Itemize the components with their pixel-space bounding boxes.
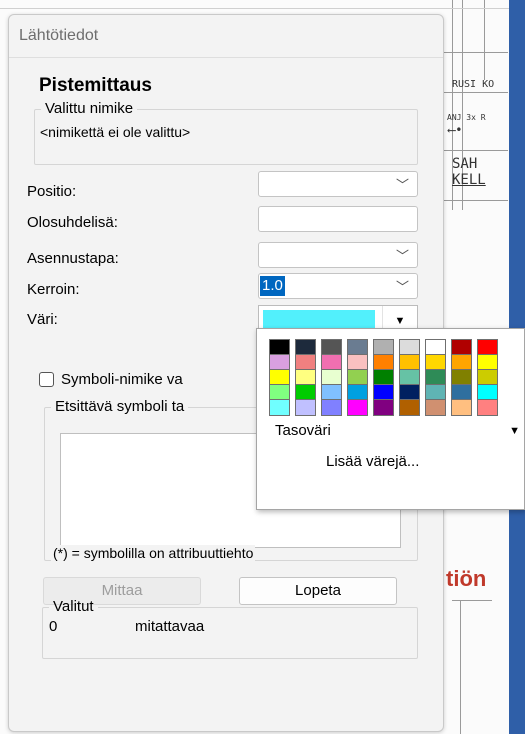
positio-label: Positio: (27, 183, 77, 200)
selected-item-legend: Valittu nimike (45, 100, 134, 117)
color-swatch[interactable] (269, 399, 290, 416)
cad-line (0, 8, 509, 9)
cad-label: SAH (452, 156, 478, 172)
cad-line (442, 200, 508, 201)
color-swatch[interactable] (425, 399, 446, 416)
vari-label: Väri: (27, 311, 58, 328)
olosuhdelisa-field[interactable] (258, 206, 418, 232)
cad-label: RUSI KO (452, 79, 495, 90)
color-palette-popup: Tasoväri ▼ Lisää värejä... (256, 328, 525, 510)
olosuhdelisa-label: Olosuhdelisä: (27, 214, 118, 231)
selected-unit: mitattavaa (135, 618, 205, 635)
dropdown-arrow-icon: ▼ (509, 425, 520, 437)
selected-group: Valitut (42, 599, 418, 659)
color-swatch[interactable] (321, 399, 342, 416)
symbol-footnote: (*) = symbolilla on attribuuttiehto (51, 545, 256, 561)
color-swatch[interactable] (477, 399, 498, 416)
chevron-down-icon: ﹀ (395, 248, 409, 264)
asennustapa-combobox[interactable]: ﹀ (258, 242, 418, 268)
kerroin-combobox[interactable]: 1.0 ﹀ (258, 273, 418, 299)
color-swatch[interactable] (399, 399, 420, 416)
symbol-nimike-checkbox[interactable] (39, 372, 54, 387)
asennustapa-label: Asennustapa: (27, 250, 119, 267)
title-divider (9, 57, 443, 58)
cad-arrow-icon: ⟵• (448, 123, 463, 137)
cad-line (460, 600, 461, 734)
layer-color-combobox[interactable]: Tasoväri ▼ (269, 419, 524, 445)
selected-item-value: <nimikettä ei ole valittu> (40, 124, 191, 140)
selected-legend: Valitut (53, 598, 94, 615)
cad-line (442, 92, 508, 93)
cad-line (442, 150, 508, 151)
cad-line (452, 600, 492, 601)
selected-count: 0 (49, 618, 58, 635)
symbol-search-legend: Etsittävä symboli ta (55, 398, 185, 415)
cad-line (442, 52, 508, 53)
color-swatch[interactable] (295, 399, 316, 416)
panel-title: Lähtötiedot (19, 27, 99, 44)
cad-label: tiön (446, 566, 487, 591)
symbol-nimike-label: Symboli-nimike va (61, 371, 183, 388)
color-swatch[interactable] (347, 399, 368, 416)
kerroin-value: 1.0 (260, 276, 285, 296)
positio-combobox[interactable]: ﹀ (258, 171, 418, 197)
cad-line (484, 0, 485, 80)
chevron-down-icon: ﹀ (395, 177, 409, 193)
chevron-down-icon: ﹀ (395, 279, 409, 295)
cad-arrow-label: ANJ 3x R (447, 113, 486, 122)
kerroin-label: Kerroin: (27, 281, 80, 298)
cad-label: KELL (452, 172, 486, 188)
layer-color-label: Tasoväri (275, 422, 331, 439)
color-swatch[interactable] (451, 399, 472, 416)
more-colors-link[interactable]: Lisää värejä... (326, 453, 419, 470)
color-swatch[interactable] (373, 399, 394, 416)
page-title: Pistemittaus (39, 75, 152, 96)
